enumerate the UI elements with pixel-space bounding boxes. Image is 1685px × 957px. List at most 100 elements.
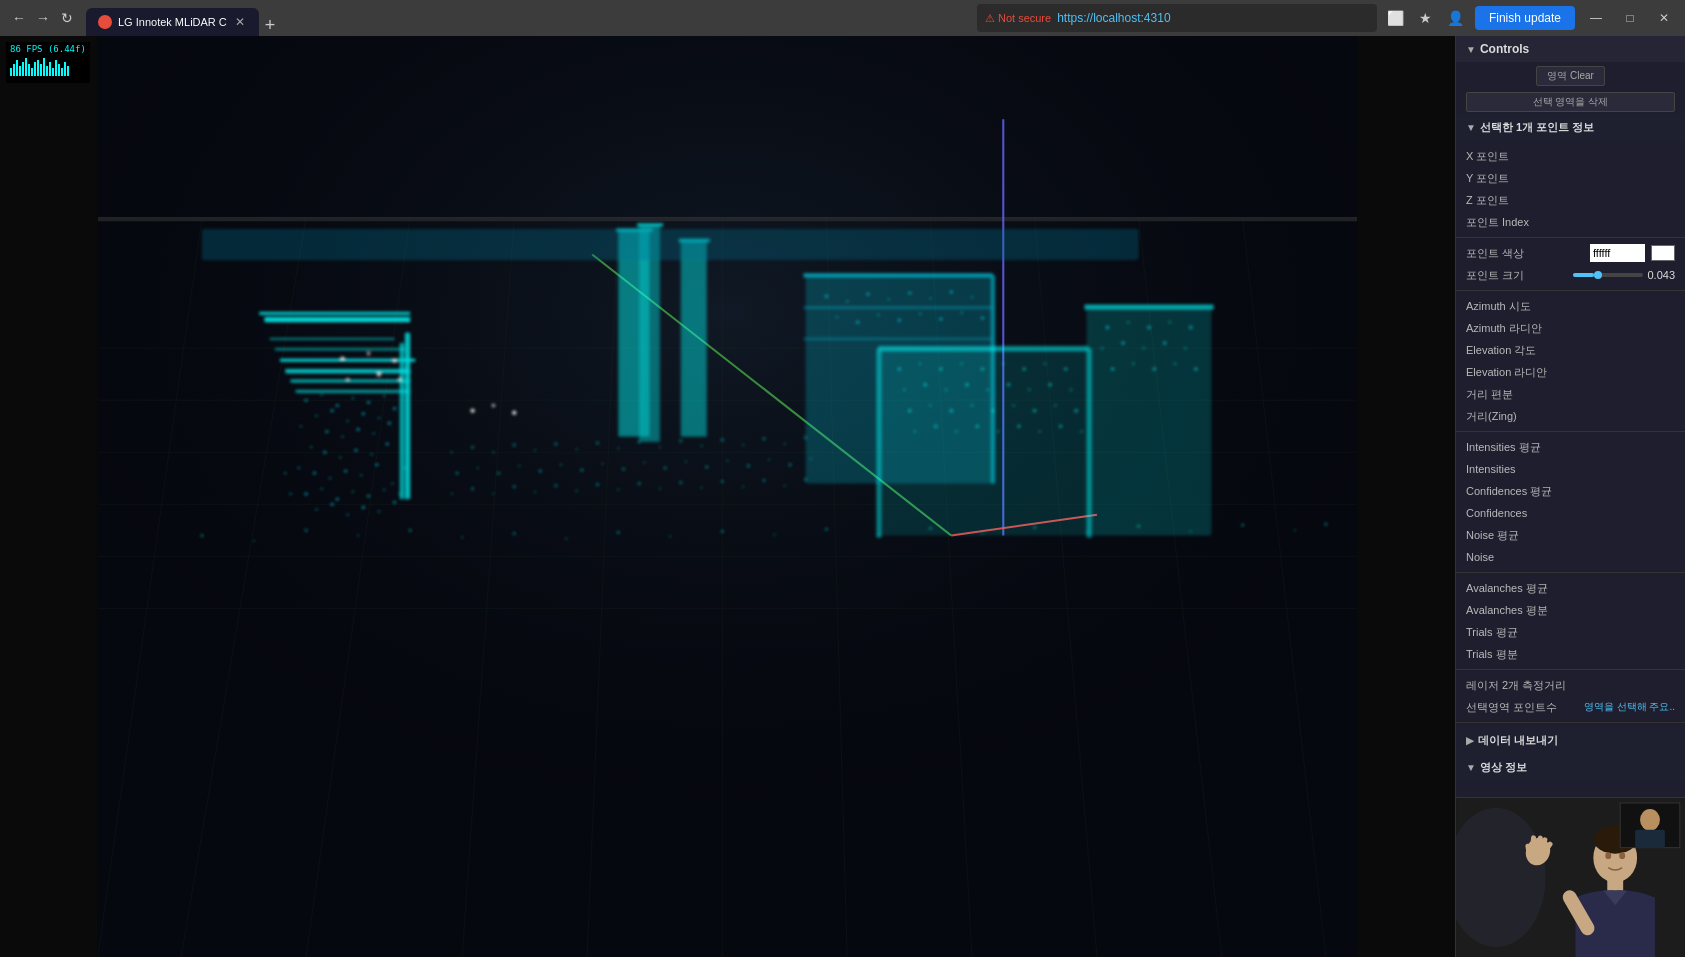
svg-point-231 [721, 438, 724, 441]
svg-point-87 [321, 488, 323, 490]
url-text[interactable]: https://localhost:4310 [1057, 11, 1170, 25]
svg-point-187 [997, 430, 999, 432]
export-header[interactable]: ▶ 데이터 내보내기 [1456, 727, 1685, 754]
svg-point-62 [330, 409, 333, 412]
svg-point-242 [580, 468, 583, 471]
svg-point-213 [377, 372, 381, 376]
svg-point-239 [518, 465, 520, 467]
svg-point-179 [1013, 404, 1015, 406]
svg-point-186 [976, 425, 979, 428]
svg-point-206 [1153, 367, 1156, 370]
svg-rect-51 [264, 317, 410, 322]
svg-point-259 [554, 484, 557, 487]
row-point-index: 포인트 Index [1456, 211, 1685, 233]
controls-header[interactable]: ▼ Controls [1456, 36, 1685, 62]
svg-rect-14 [49, 62, 51, 76]
reload-button[interactable]: ↻ [56, 7, 78, 29]
window-controls: ← → ↻ [8, 7, 78, 29]
svg-point-185 [955, 430, 957, 432]
controls-collapse-arrow: ▼ [1466, 44, 1476, 55]
svg-point-236 [455, 472, 458, 475]
forward-button[interactable]: → [32, 7, 54, 29]
point-size-slider-container[interactable]: 0.043 [1573, 269, 1676, 281]
active-tab[interactable]: LG Innotek MLiDAR C ✕ [86, 8, 259, 36]
close-button[interactable]: ✕ [1651, 5, 1677, 31]
svg-point-136 [565, 538, 567, 540]
row-trials-pavg: Trials 평분 [1456, 643, 1685, 665]
svg-point-140 [773, 533, 775, 535]
new-tab-button[interactable]: + [259, 15, 282, 36]
security-indicator: ⚠ Not secure [985, 12, 1051, 25]
svg-point-205 [1132, 363, 1134, 365]
svg-point-80 [313, 472, 316, 475]
svg-point-174 [908, 409, 911, 412]
svg-rect-272 [202, 229, 1139, 260]
main-layout: 86 FPS (6.44f) [0, 36, 1685, 957]
row-trials-avg: Trials 평균 [1456, 621, 1685, 643]
svg-point-208 [1194, 367, 1197, 370]
clear-button[interactable]: 영역 Clear [1536, 66, 1605, 86]
row-avalanches-avg: Avalanches 평균 [1456, 577, 1685, 599]
svg-rect-47 [296, 390, 410, 393]
viewport-3d[interactable]: 86 FPS (6.44f) [0, 36, 1455, 957]
svg-point-100 [284, 472, 286, 474]
finish-update-button[interactable]: Finish update [1475, 6, 1575, 30]
svg-point-232 [742, 444, 744, 446]
video-feed [1456, 797, 1685, 957]
back-button[interactable]: ← [8, 7, 30, 29]
svg-point-253 [810, 457, 812, 459]
svg-rect-104 [681, 239, 707, 437]
export-title: 데이터 내보내기 [1478, 733, 1558, 748]
svg-point-162 [1023, 367, 1026, 370]
svg-point-167 [945, 389, 947, 391]
delete-selection-button[interactable]: 선택 영역을 삭제 [1466, 92, 1675, 112]
point-size-slider-thumb [1594, 271, 1602, 279]
point-size-slider-track[interactable] [1573, 273, 1644, 277]
label-trials-pavg: Trials 평분 [1466, 647, 1675, 662]
svg-point-73 [310, 446, 312, 448]
minimize-button[interactable]: — [1583, 5, 1609, 31]
label-elevation-degree: Elevation 각도 [1466, 343, 1675, 358]
svg-point-244 [622, 467, 625, 470]
screenshot-icon[interactable]: ⬜ [1385, 7, 1407, 29]
video-info-title: 영상 정보 [1480, 760, 1527, 775]
svg-point-66 [393, 407, 396, 410]
svg-point-77 [371, 453, 373, 455]
bookmark-icon[interactable]: ★ [1415, 7, 1437, 29]
label-intensities: Intensities [1466, 463, 1675, 475]
row-azimuth-radian: Azimuth 라디안 [1456, 317, 1685, 339]
svg-rect-1 [10, 68, 12, 76]
svg-point-59 [367, 401, 370, 404]
svg-point-60 [383, 395, 385, 397]
svg-point-69 [341, 436, 343, 438]
svg-point-264 [659, 488, 661, 490]
svg-point-176 [950, 409, 953, 412]
svg-point-198 [1189, 326, 1192, 329]
svg-point-188 [1017, 425, 1020, 428]
svg-rect-53 [405, 333, 410, 500]
video-person-svg [1456, 798, 1685, 957]
svg-point-114 [846, 300, 848, 302]
svg-point-125 [919, 313, 921, 315]
maximize-button[interactable]: □ [1617, 5, 1643, 31]
input-point-color[interactable] [1590, 244, 1645, 262]
label-noise: Noise [1466, 551, 1675, 563]
svg-point-98 [289, 493, 291, 495]
panel-content[interactable]: X 포인트 Y 포인트 Z 포인트 포인트 Index 포인트 색상 [1456, 141, 1685, 797]
svg-point-270 [784, 485, 786, 487]
svg-point-271 [804, 478, 807, 481]
waveform-display [10, 54, 70, 78]
svg-point-99 [399, 493, 401, 495]
point-info-arrow: ▼ [1466, 122, 1476, 133]
svg-point-267 [721, 480, 724, 483]
value-selection-points: 영역을 선택해 주요.. [1584, 700, 1675, 714]
divider-2 [1456, 290, 1685, 291]
svg-point-88 [336, 498, 339, 501]
point-info-header[interactable]: ▼ 선택한 1개 포인트 정보 [1456, 114, 1685, 141]
tab-favicon [98, 15, 112, 29]
profile-icon[interactable]: 👤 [1445, 7, 1467, 29]
svg-point-190 [1059, 425, 1062, 428]
tab-close-button[interactable]: ✕ [233, 15, 247, 29]
video-info-header[interactable]: ▼ 영상 정보 [1456, 754, 1685, 781]
label-avalanches-avg: Avalanches 평균 [1466, 581, 1675, 596]
